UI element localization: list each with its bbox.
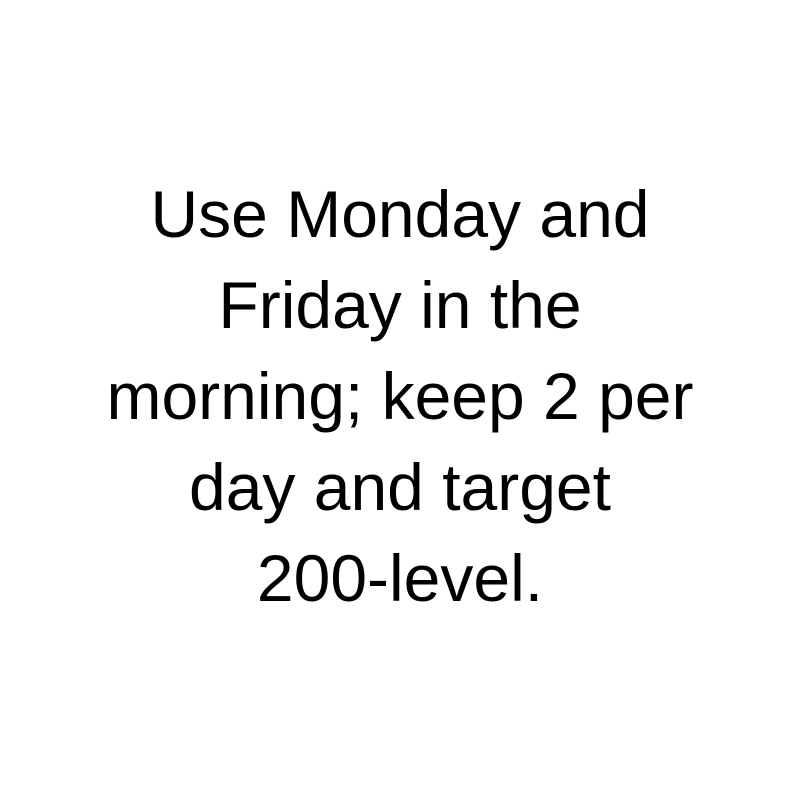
instruction-line-2: Friday in the: [218, 267, 582, 342]
instruction-text: Use Monday and Friday in the morning; ke…: [50, 169, 750, 624]
instruction-line-1: Use Monday and: [150, 176, 650, 251]
instruction-line-3: morning; keep 2 per: [106, 358, 694, 433]
page-canvas: Use Monday and Friday in the morning; ke…: [0, 0, 800, 800]
instruction-line-4: day and target: [189, 449, 611, 524]
instruction-line-5: 200-level.: [256, 540, 544, 615]
